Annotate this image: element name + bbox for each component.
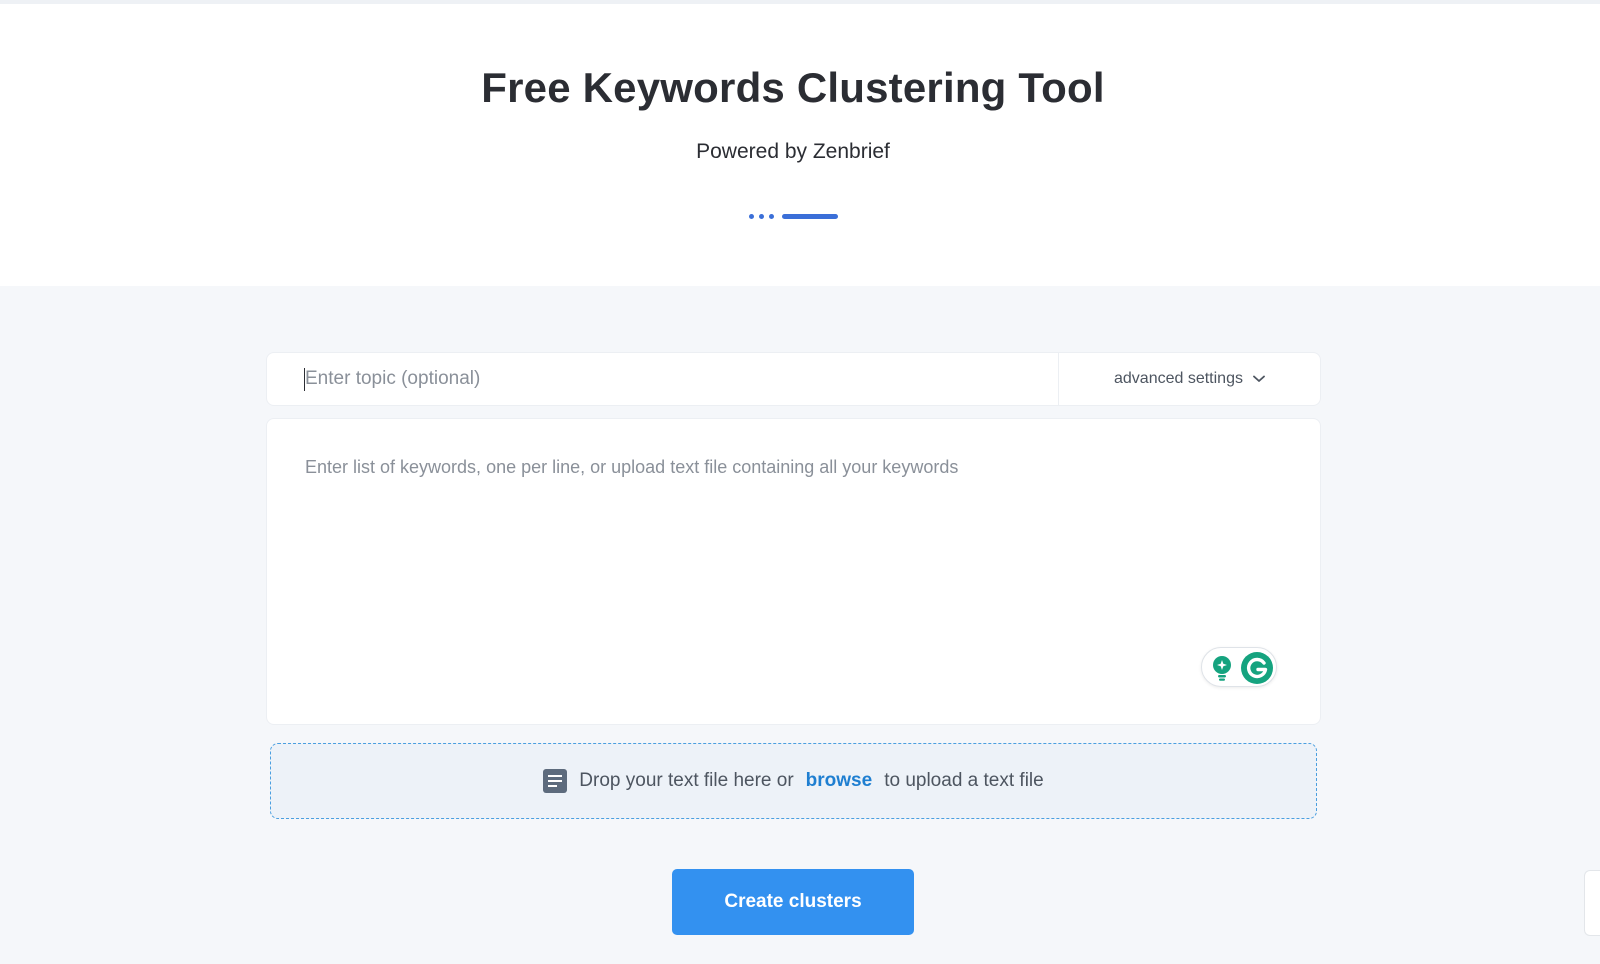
document-icon [543,769,568,793]
hero-section: Free Keywords Clustering Tool Powered by… [0,4,1600,286]
keywords-box [266,418,1321,725]
side-edge-tab[interactable] [1584,870,1600,936]
advanced-settings-label: advanced settings [1114,370,1243,387]
lightbulb-icon[interactable] [1210,655,1234,686]
topic-input[interactable] [267,353,1057,405]
browse-link[interactable]: browse [806,770,873,792]
advanced-settings-dropdown[interactable]: advanced settings [1058,353,1320,405]
dropzone-text-before: Drop your text file here or [579,770,794,791]
text-caret [304,368,305,391]
dropzone-text-after: to upload a text file [884,770,1044,791]
file-dropzone[interactable]: Drop your text file here or browse to up… [270,743,1317,819]
topic-row: advanced settings [266,352,1321,406]
divider-dot [769,214,774,219]
divider-bar [782,214,838,219]
page-subtitle: Powered by Zenbrief [696,140,890,163]
title-divider [749,213,839,219]
keywords-textarea[interactable] [267,419,1320,724]
chevron-down-icon [1253,375,1265,383]
divider-dot [749,214,754,219]
page-title: Free Keywords Clustering Tool [481,64,1105,111]
grammarly-icon[interactable] [1240,651,1274,690]
divider-dot [759,214,764,219]
grammarly-widget[interactable] [1201,647,1277,687]
create-clusters-button[interactable]: Create clusters [672,869,914,935]
